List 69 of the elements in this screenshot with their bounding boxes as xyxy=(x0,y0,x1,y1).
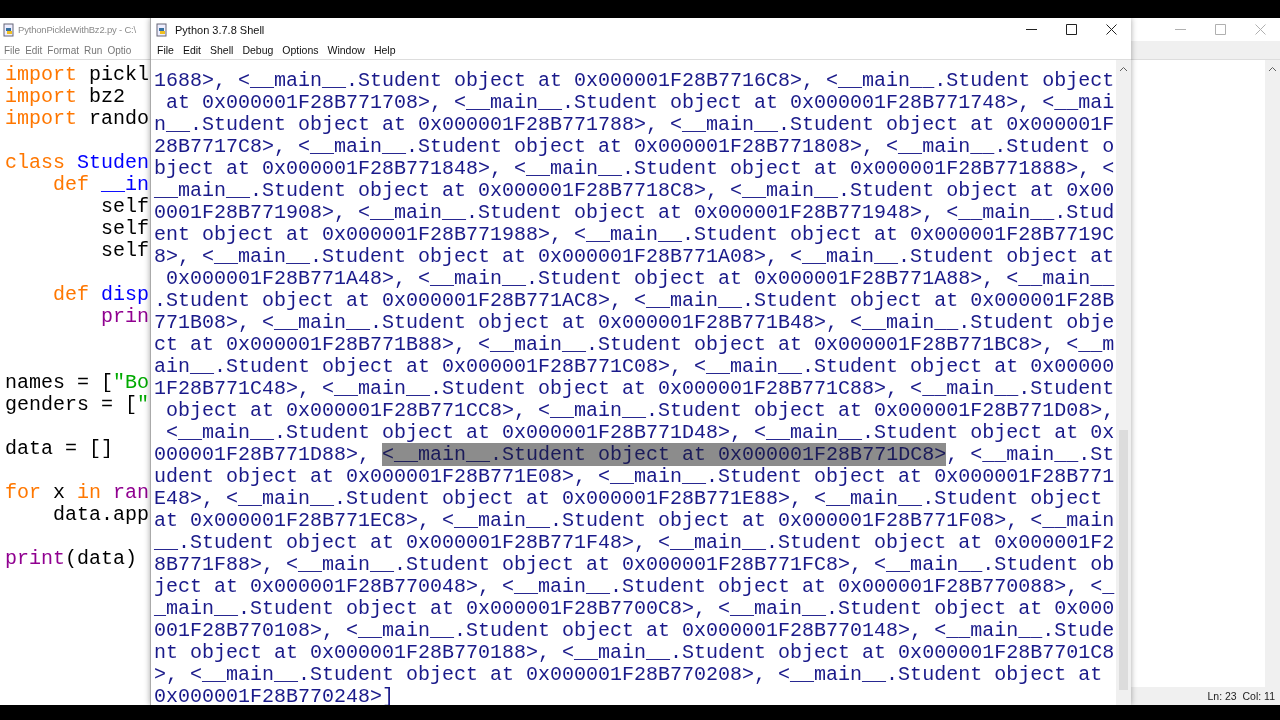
output-line: nt object at 0x000001F28B770188>, <__main__.Student object at 0x000001F28B7701C8 xyxy=(154,641,1115,664)
window-title: Python 3.7.8 Shell xyxy=(175,23,265,36)
output-line: udent object at 0x000001F28B771E08>, <__main__.Student object at 0x000001F28B771 xyxy=(154,465,1115,488)
output-line: at 0x000001F28B771EC8>, <__main__.Student object at 0x000001F28B771F08>, <__main xyxy=(154,509,1115,532)
output-line: 1F28B771C48>, <__main__.Student object at 0x000001F28B771C88>, <__main__.Student xyxy=(154,377,1115,400)
python-file-icon xyxy=(2,22,16,37)
scrollbar[interactable] xyxy=(1265,60,1280,687)
output-line: ct at 0x000001F28B771B88>, <__main__.Student object at 0x000001F28B771BC8>, <__m xyxy=(154,333,1115,356)
menu-item[interactable]: Format xyxy=(45,44,83,56)
window-title: PythonPickleWithBz2.py - C:\ xyxy=(18,24,136,35)
code-line: genders = [" xyxy=(5,393,150,416)
menu-item[interactable]: Help xyxy=(369,44,401,56)
menu-item[interactable]: Options xyxy=(278,44,324,56)
output-line: E48>, <__main__.Student object at 0x000001F28B771E88>, <__main__.Student object xyxy=(154,487,1103,510)
python-file-icon xyxy=(155,22,169,37)
output-line: 1688>, <__main__.Student object at 0x000001F28B7716C8>, <__main__.Student object xyxy=(154,69,1115,92)
code-line: for x in ran xyxy=(5,481,150,504)
status-text: Ln: 23 Col: 11 xyxy=(1207,690,1275,702)
output-line: at 0x000001F28B771708>, <__main__.Student object at 0x000001F28B771748>, <__mai xyxy=(165,91,1115,114)
scrollbar[interactable] xyxy=(1116,60,1131,705)
output-line: 0001F28B771908>, <__main__.Student object at 0x000001F28B771948>, <__main__.Stud xyxy=(154,201,1115,224)
menu-item[interactable]: Optio xyxy=(105,44,135,56)
output-line: __main__.Student object at 0x000001F28B7718C8>, <__main__.Student object at 0x00 xyxy=(154,179,1115,202)
code-line: self xyxy=(100,195,150,218)
output-line: n__.Student object at 0x000001F28B771788>, <__main__.Student object at 0x000001F xyxy=(154,113,1115,136)
output-line: _main__.Student object at 0x000001F28B7700C8>, <__main__.Student object at 0x000 xyxy=(154,597,1115,620)
output-text: 000001F28B771D88>, xyxy=(154,443,372,466)
code-line: def disp xyxy=(52,283,150,306)
close-icon xyxy=(1105,24,1117,35)
output-line: bject at 0x000001F28B771848>, <__main__.Student object at 0x000001F28B771888>, < xyxy=(154,157,1115,180)
code-line: def __in xyxy=(52,173,150,196)
menu-item[interactable]: Shell xyxy=(206,44,239,56)
maximize-icon xyxy=(1065,24,1077,35)
output-text: , <__main__.St xyxy=(946,443,1115,466)
output-line: 28B7717C8>, <__main__.Student object at 0x000001F28B771808>, <__main__.Student o xyxy=(154,135,1115,158)
menu-item[interactable]: Edit xyxy=(178,44,206,56)
code-line: data = [] xyxy=(5,437,114,460)
code-line: class Studen xyxy=(5,151,150,174)
code-line: self xyxy=(100,217,150,240)
code-line: print(data) xyxy=(5,547,138,570)
code-line: data.app xyxy=(52,503,150,526)
output-line: 8>, <__main__.Student object at 0x000001F28B771A08>, <__main__.Student object at xyxy=(154,245,1115,268)
output-line: 001F28B770108>, <__main__.Student object at 0x000001F28B770148>, <__main__.Stude xyxy=(154,619,1115,642)
output-line: ject at 0x000001F28B770048>, <__main__.Student object at 0x000001F28B770088>, <_ xyxy=(154,575,1115,598)
menu-item[interactable]: Run xyxy=(82,44,106,56)
menu-item[interactable]: Window xyxy=(323,44,370,56)
code-line: import rando xyxy=(5,107,150,130)
menu-item[interactable]: File xyxy=(153,44,179,56)
output-line: 8B771F88>, <__main__.Student object at 0x000001F28B771FC8>, <__main__.Student ob xyxy=(154,553,1115,576)
close-icon xyxy=(1254,24,1266,35)
output-line: .Student object at 0x000001F28B771AC8>, <__main__.Student object at 0x000001F28B xyxy=(154,289,1115,312)
output-line: 0x000001F28B771A48>, <__main__.Student object at 0x000001F28B771A88>, <__main__ xyxy=(165,267,1115,290)
menu-item[interactable]: Edit xyxy=(23,44,46,56)
selected-text: <__main__.Student object at 0x000001F28B771DC8> xyxy=(382,443,947,466)
code-line: import pickl xyxy=(5,63,150,86)
output-line: 771B08>, <__main__.Student object at 0x000001F28B771B48>, <__main__.Student obje xyxy=(154,311,1115,334)
code-line: self xyxy=(100,239,150,262)
output-line: <__main__.Student object at 0x000001F28B771D48>, <__main__.Student object at 0x xyxy=(165,421,1115,444)
output-line: >, <__main__.Student object at 0x000001F28B770208>, <__main__.Student object at xyxy=(154,663,1103,686)
code-line: names = ["Bo xyxy=(5,371,150,394)
output-line: ain__.Student object at 0x000001F28B771C08>, <__main__.Student object at 0x00000 xyxy=(154,355,1115,378)
menu-item[interactable]: File xyxy=(2,44,24,56)
output-line: ent object at 0x000001F28B771988>, <__main__.Student object at 0x000001F28B7719C xyxy=(154,223,1115,246)
menu-item[interactable]: Debug xyxy=(238,44,279,56)
output-line: object at 0x000001F28B771CC8>, <__main__.Student object at 0x000001F28B771D08>, xyxy=(165,399,1115,422)
code-line: prin xyxy=(100,305,150,328)
output-line: __.Student object at 0x000001F28B771F48>, <__main__.Student object at 0x000001F2 xyxy=(154,531,1115,554)
maximize-icon xyxy=(1214,24,1226,35)
code-line: import bz2 xyxy=(5,85,126,108)
